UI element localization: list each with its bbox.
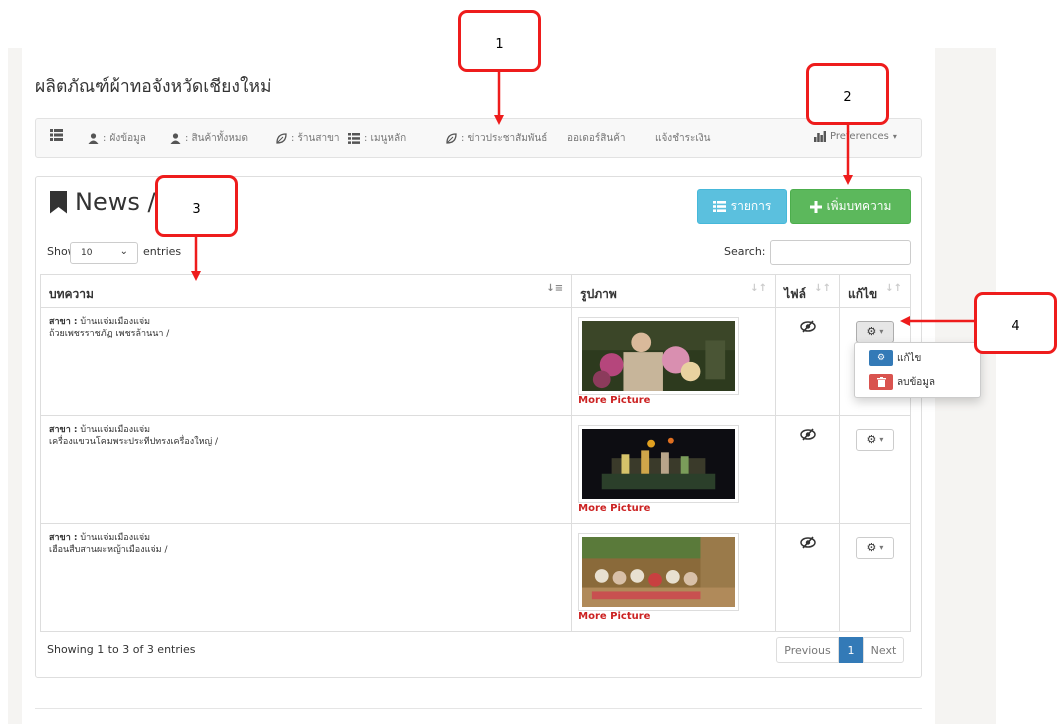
callout-arrows [191,72,974,326]
